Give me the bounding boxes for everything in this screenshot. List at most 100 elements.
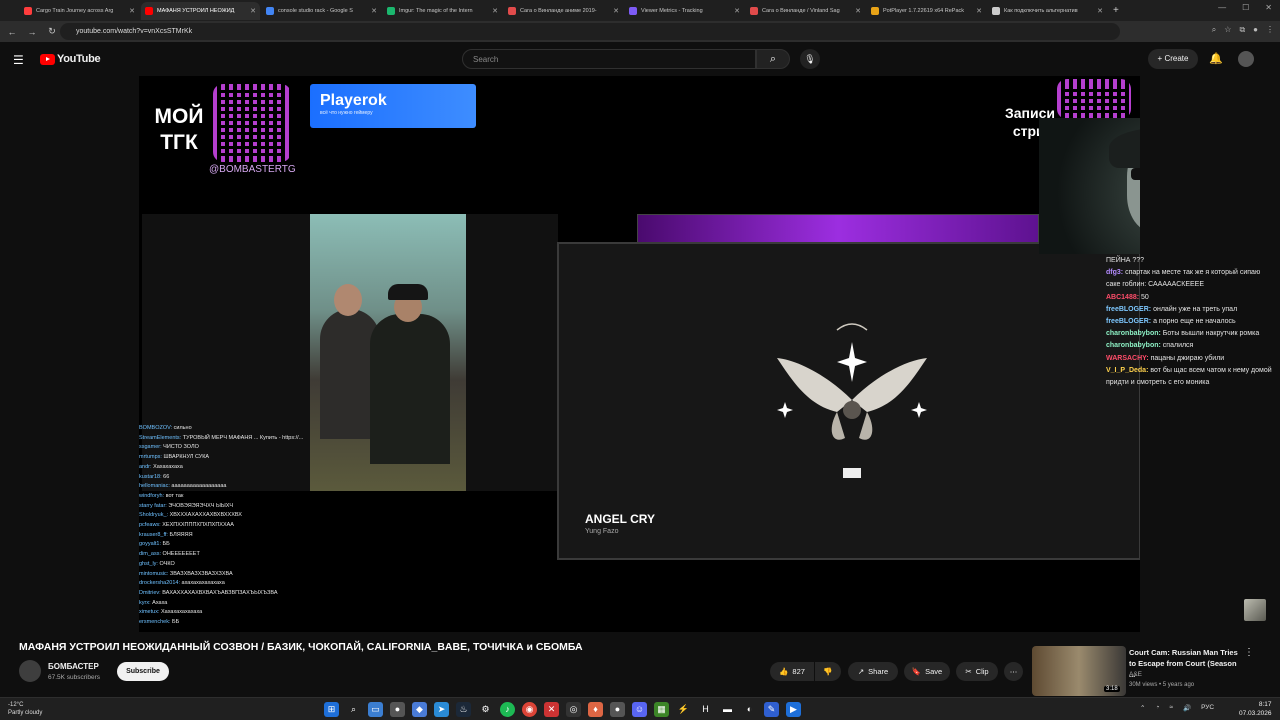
new-tab-icon[interactable]: + [1113,5,1119,16]
chat-username: goyyalt1: [139,541,162,548]
more-actions-button[interactable]: ⋯ [1004,662,1023,681]
volume-icon[interactable]: 🔊 [1183,704,1191,712]
chat-text: ББ [162,541,170,548]
tray-app-icon[interactable]: ◔ [1155,704,1159,712]
reload-icon[interactable]: ↻ [44,26,60,37]
chat-text: спалился [1162,342,1194,350]
steam-icon[interactable]: ♨ [456,702,471,717]
chat-text: ЗВАЗХВАЗХЗВАЗХЗХВА [169,570,233,577]
browser-tab[interactable]: Сага о Винланде аниме 2019- ✕ [504,2,623,20]
url-field[interactable]: youtube.com/watch?v=vnXcsSTMrKk [60,23,1120,40]
share-button[interactable]: ↗ Share [848,662,898,681]
minimize-icon[interactable]: — [1218,3,1226,12]
browser-tab[interactable]: Viewer Metrics - Tracking ✕ [625,2,744,20]
tab-close-icon[interactable]: ✕ [1097,7,1103,15]
hamburger-menu-icon[interactable]: ☰ [13,53,24,67]
tab-close-icon[interactable]: ✕ [250,7,256,15]
app-icon-3[interactable]: ✕ [544,702,559,717]
app-icon-1[interactable]: ● [390,702,405,717]
tray-chevron-icon[interactable]: ⌃ [1140,704,1145,712]
browser-tab[interactable]: Как подключить альтернатив ✕ [988,2,1107,20]
channel-avatar[interactable] [19,660,41,682]
windows-start-icon[interactable]: ⊞ [324,702,339,717]
chat-username: charonbabybon: [1106,330,1161,338]
file-explorer-icon[interactable]: ▭ [368,702,383,717]
dislike-button[interactable]: 👎 [815,662,841,681]
weather-widget[interactable]: -12°C Partly cloudy [8,701,42,717]
app-icon-9[interactable]: ▬ [720,702,735,717]
chrome-icon[interactable]: ◉ [522,702,537,717]
chat-message: mrtumps: ШВАРКНУЛ СУКА [139,453,439,463]
telegram-handle: @BOMBASTERTG [209,164,296,175]
bookmark-star-icon[interactable]: ☆ [1224,25,1231,35]
recommended-more-icon[interactable]: ⋮ [1244,647,1254,658]
ambient-thumbnail[interactable] [1244,599,1266,621]
chat-username: starry fatar: [139,502,167,509]
tab-close-icon[interactable]: ✕ [613,7,619,15]
search-taskbar-icon[interactable]: ⌕ [346,702,361,717]
recommended-channel[interactable]: A&E [1129,671,1142,678]
recommended-title[interactable]: Court Cam: Russian Man Tries to Escape f… [1129,647,1244,680]
clip-button[interactable]: ✂ Clip [956,662,998,681]
settings-icon[interactable]: ⚙ [478,702,493,717]
browser-tab[interactable]: Imgur: The magic of the Intern ✕ [383,2,502,20]
app-icon-11[interactable]: ✎ [764,702,779,717]
back-icon[interactable]: ← [4,27,20,37]
app-icon-4[interactable]: ◎ [566,702,581,717]
extensions-icon[interactable]: ⧉ [1239,25,1245,35]
app-icon-6[interactable]: ● [610,702,625,717]
minecraft-icon[interactable]: ▦ [654,702,669,717]
browser-tab[interactable]: PotPlayer 1.7.22619 x64 RePack ✕ [867,2,986,20]
telegram-icon[interactable]: ➤ [434,702,449,717]
app-icon-12[interactable]: ▶ [786,702,801,717]
maximize-icon[interactable]: ☐ [1242,3,1249,12]
language-indicator[interactable]: РУС [1201,704,1214,712]
app-icon-5[interactable]: ♦ [588,702,603,717]
account-avatar[interactable] [1238,51,1254,67]
browser-tab-strip: Cargo Train Journey across Arg ✕ МАФАНЯ УС… [0,0,1280,21]
chat-message: ПЕЙНА ??? [1106,255,1276,267]
app-icon-7[interactable]: ⚡ [676,702,691,717]
close-window-icon[interactable]: ✕ [1265,3,1272,12]
profile-icon[interactable]: ● [1253,25,1258,35]
zoom-icon[interactable]: ⌕ [1212,25,1216,35]
app-icon-2[interactable]: ◆ [412,702,427,717]
share-label: Share [868,667,889,676]
forward-icon[interactable]: → [24,27,40,37]
spotify-icon[interactable]: ♪ [500,702,515,717]
search-input[interactable]: Search [462,49,756,69]
wifi-icon[interactable]: ≈ [1169,704,1173,712]
tab-favicon-icon [871,6,879,15]
tab-close-icon[interactable]: ✕ [129,7,135,15]
system-clock[interactable]: 8:17 07.03.2026 [1239,700,1272,718]
chat-text: ахахахахахахаха [181,580,225,587]
browser-menu-icon[interactable]: ⋮ [1266,25,1274,35]
tab-close-icon[interactable]: ✕ [855,7,861,15]
tab-favicon-icon [266,6,274,15]
chat-username: BOMBOZOV: [139,425,173,431]
browser-tab[interactable]: console studio rack - Google S ✕ [262,2,381,20]
discord-icon[interactable]: ☺ [632,702,647,717]
chat-text: Ахаха [152,599,168,606]
chat-username: ssgamer: [139,444,162,451]
like-button[interactable]: 👍 827 [770,662,814,681]
tab-close-icon[interactable]: ✕ [734,7,740,15]
tab-close-icon[interactable]: ✕ [492,7,498,15]
save-button[interactable]: 🔖 Save [904,662,950,681]
search-button[interactable]: ⌕ [756,49,790,69]
subscribe-button[interactable]: Subscribe [117,662,169,681]
app-icon-10[interactable]: ◐ [742,702,757,717]
notifications-bell-icon[interactable]: 🔔 [1209,52,1223,65]
browser-tab[interactable]: МАФАНЯ УСТРОИЛ НЕОЖИД ✕ [141,1,260,20]
search-icon: ⌕ [769,53,777,65]
voice-search-button[interactable]: 🎙 [800,49,820,69]
video-player[interactable]: МОЙ ТГК @BOMBASTERTG Playerok всё что нужн… [139,76,1140,632]
app-icon-8[interactable]: H [698,702,713,717]
tab-close-icon[interactable]: ✕ [371,7,377,15]
browser-tab[interactable]: Сага о Винланде / Vinland Sag ✕ [746,2,865,20]
tab-close-icon[interactable]: ✕ [976,7,982,15]
browser-tab[interactable]: Cargo Train Journey across Arg ✕ [20,2,139,20]
create-button[interactable]: + Create [1148,49,1198,69]
channel-name[interactable]: БОМБАСТЕР [48,662,99,671]
youtube-logo[interactable]: YouTube [40,53,101,65]
